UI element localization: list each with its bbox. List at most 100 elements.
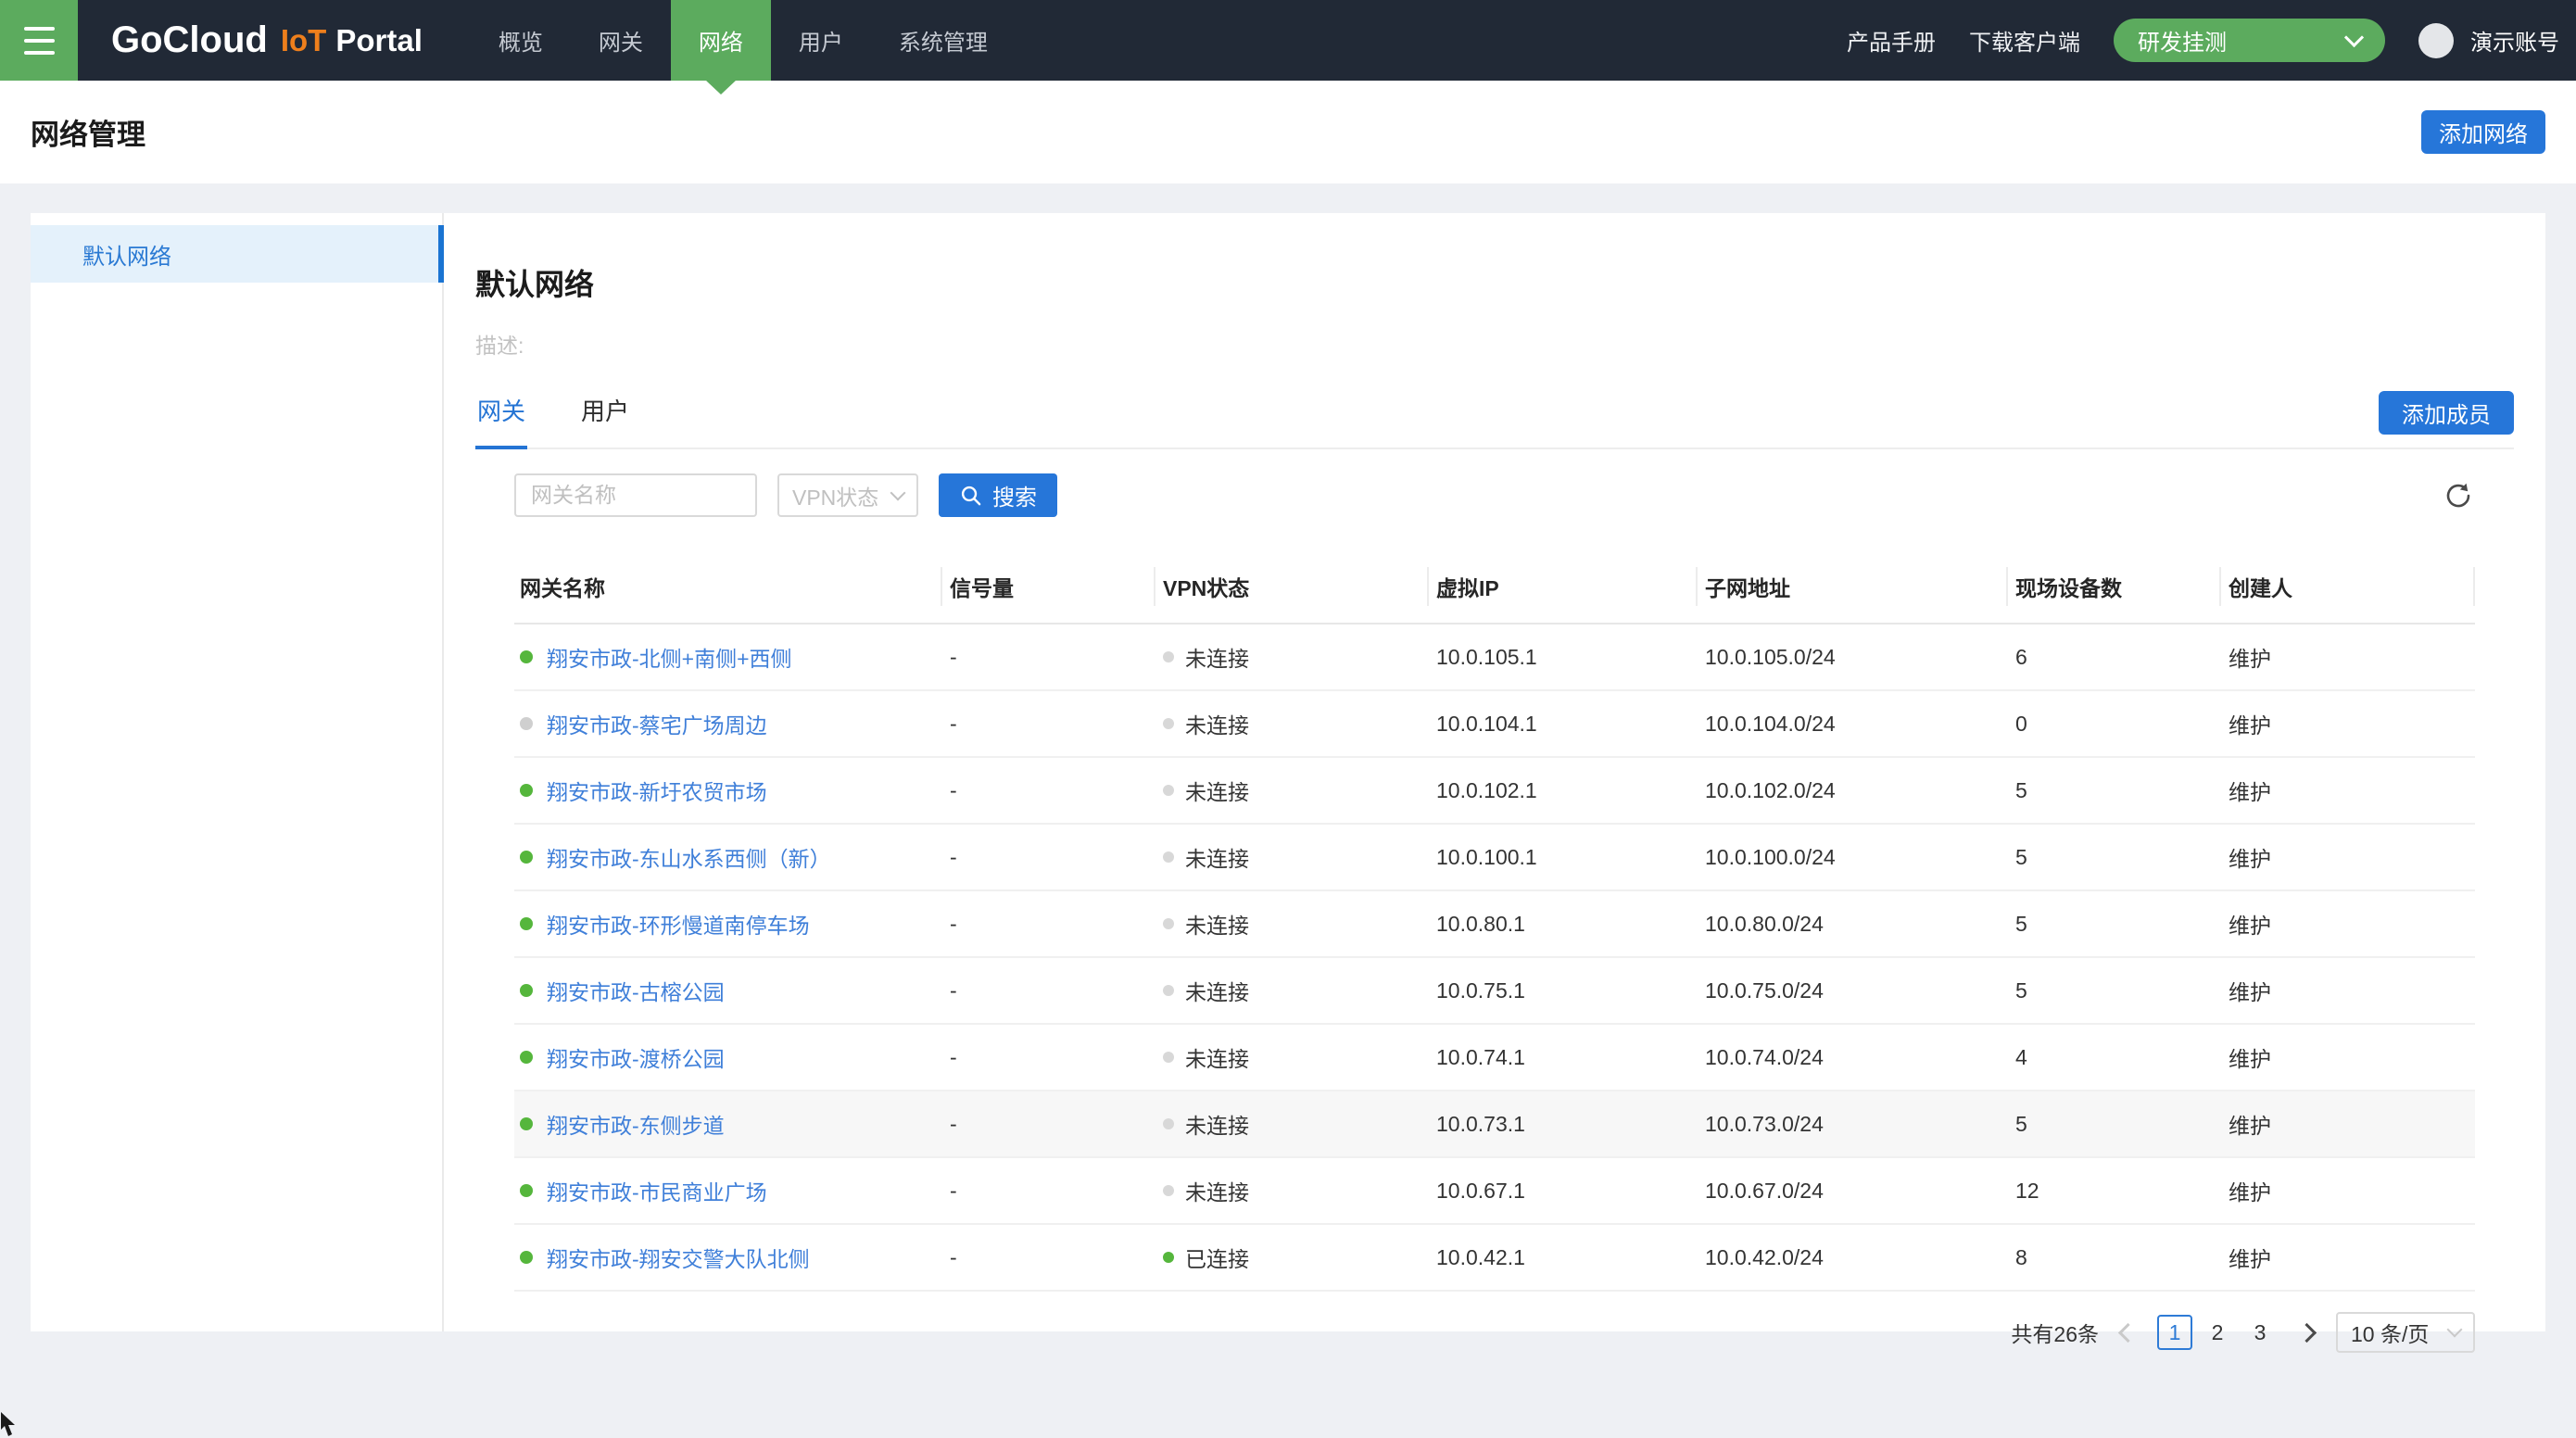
gateway-name-cell: 翔安市政-翔安交警大队北侧 [514,1224,941,1291]
vpn-status-cell: 已连接 [1154,1224,1427,1291]
vpn-status-dot [1163,918,1174,929]
nav-item[interactable]: 系统管理 [871,0,1016,81]
navbar-right: 产品手册 下载客户端 研发挂测 演示账号 [1847,0,2576,81]
next-page-icon[interactable] [2297,1322,2317,1342]
column-header: 网关名称 [514,550,941,624]
device-count-cell: 12 [2006,1157,2219,1224]
subnet-cell: 10.0.42.0/24 [1696,1224,2006,1291]
vpn-status-select-placeholder: VPN状态 [792,480,878,511]
gateway-status-dot [520,1184,533,1197]
nav-item[interactable]: 概览 [471,0,571,81]
environment-select[interactable]: 研发挂测 [2114,19,2385,62]
device-count-cell: 6 [2006,624,2219,690]
vpn-status-dot [1163,1118,1174,1129]
device-count-cell: 5 [2006,890,2219,957]
column-header: VPN状态 [1154,550,1427,624]
virtual-ip-cell: 10.0.102.1 [1427,757,1696,824]
signal-cell: - [941,890,1154,957]
gateway-link[interactable]: 翔安市政-古榕公园 [547,975,725,1006]
nav-items: 概览网关网络用户系统管理 [471,0,1016,81]
product-manual-link[interactable]: 产品手册 [1847,24,1936,57]
hamburger-menu-icon[interactable] [0,0,78,81]
tab-user[interactable]: 用户 [579,380,631,449]
gateway-link[interactable]: 翔安市政-翔安交警大队北侧 [547,1242,810,1273]
vpn-status-cell: 未连接 [1154,624,1427,690]
page-size-value: 10 条/页 [2351,1317,2429,1348]
virtual-ip-cell: 10.0.74.1 [1427,1024,1696,1091]
vpn-status-text: 未连接 [1185,841,1249,873]
vpn-status-dot [1163,718,1174,729]
logo-gocloud: GoCloud [111,19,268,61]
vpn-status-text: 未连接 [1185,975,1249,1006]
gateway-status-dot [520,784,533,797]
search-button[interactable]: 搜索 [939,473,1057,517]
virtual-ip-cell: 10.0.105.1 [1427,624,1696,690]
download-client-link[interactable]: 下载客户端 [1969,24,2080,57]
add-network-button[interactable]: 添加网络 [2421,110,2545,154]
virtual-ip-cell: 10.0.67.1 [1427,1157,1696,1224]
avatar[interactable] [2418,23,2454,58]
gateway-status-dot [520,917,533,930]
signal-cell: - [941,1157,1154,1224]
vpn-status-dot [1163,785,1174,796]
gateway-link[interactable]: 翔安市政-环形慢道南停车场 [547,908,810,940]
gateway-name-cell: 翔安市政-渡桥公园 [514,1024,941,1091]
subnet-cell: 10.0.80.0/24 [1696,890,2006,957]
signal-cell: - [941,1224,1154,1291]
device-count-cell: 5 [2006,757,2219,824]
subnet-cell: 10.0.67.0/24 [1696,1157,2006,1224]
sidebar-item-default-network[interactable]: 默认网络 [31,225,442,283]
prev-page-icon[interactable] [2118,1322,2138,1342]
nav-item[interactable]: 网络 [671,0,771,81]
table-row: 翔安市政-蔡宅广场周边-未连接10.0.104.110.0.104.0/240维… [514,690,2475,757]
gateway-name-input[interactable] [514,473,757,517]
tab-gateway[interactable]: 网关 [475,380,527,449]
gateway-name-cell: 翔安市政-古榕公园 [514,957,941,1024]
table-row: 翔安市政-东山水系西侧（新）-未连接10.0.100.110.0.100.0/2… [514,824,2475,890]
page-number[interactable]: 2 [2200,1315,2235,1350]
virtual-ip-cell: 10.0.104.1 [1427,690,1696,757]
gateway-status-dot [520,717,533,730]
signal-cell: - [941,1091,1154,1157]
gateway-link[interactable]: 翔安市政-渡桥公园 [547,1041,725,1073]
signal-cell: - [941,957,1154,1024]
gateway-link[interactable]: 翔安市政-市民商业广场 [547,1175,767,1206]
creator-cell: 维护 [2219,1091,2475,1157]
page-size-select[interactable]: 10 条/页 [2336,1312,2475,1353]
nav-item[interactable]: 网关 [571,0,671,81]
gateway-link[interactable]: 翔安市政-东山水系西侧（新） [547,841,831,873]
account-name: 演示账号 [2470,24,2559,57]
search-button-label: 搜索 [992,479,1037,511]
gateway-link[interactable]: 翔安市政-蔡宅广场周边 [547,708,767,739]
page-header: 网络管理 添加网络 [0,81,2576,183]
virtual-ip-cell: 10.0.100.1 [1427,824,1696,890]
page-number[interactable]: 1 [2157,1315,2192,1350]
device-count-cell: 0 [2006,690,2219,757]
creator-cell: 维护 [2219,1024,2475,1091]
page-title: 网络管理 [31,111,145,153]
gateway-status-dot [520,650,533,663]
gateway-name-cell: 翔安市政-北侧+南侧+西侧 [514,624,941,690]
gateway-link[interactable]: 翔安市政-新圩农贸市场 [547,775,767,806]
subnet-cell: 10.0.75.0/24 [1696,957,2006,1024]
table-row: 翔安市政-东侧步道-未连接10.0.73.110.0.73.0/245维护 [514,1091,2475,1157]
logo-portal: Portal [335,23,423,58]
gateway-link[interactable]: 翔安市政-东侧步道 [547,1108,725,1140]
description-label: 描述: [475,328,2514,360]
vpn-status-select[interactable]: VPN状态 [777,473,918,517]
page-number[interactable]: 3 [2242,1315,2278,1350]
vpn-status-dot [1163,1185,1174,1196]
creator-cell: 维护 [2219,1224,2475,1291]
network-sidebar: 默认网络 [31,213,444,1331]
nav-item[interactable]: 用户 [771,0,871,81]
creator-cell: 维护 [2219,624,2475,690]
logo-iot: IoT [281,23,326,58]
subnet-cell: 10.0.100.0/24 [1696,824,2006,890]
column-header: 虚拟IP [1427,550,1696,624]
vpn-status-cell: 未连接 [1154,824,1427,890]
gateway-name-cell: 翔安市政-东侧步道 [514,1091,941,1157]
add-member-button[interactable]: 添加成员 [2379,391,2514,435]
table-header-row: 网关名称信号量VPN状态虚拟IP子网地址现场设备数创建人 [514,550,2475,624]
refresh-icon[interactable] [2443,481,2473,511]
gateway-link[interactable]: 翔安市政-北侧+南侧+西侧 [547,641,792,673]
